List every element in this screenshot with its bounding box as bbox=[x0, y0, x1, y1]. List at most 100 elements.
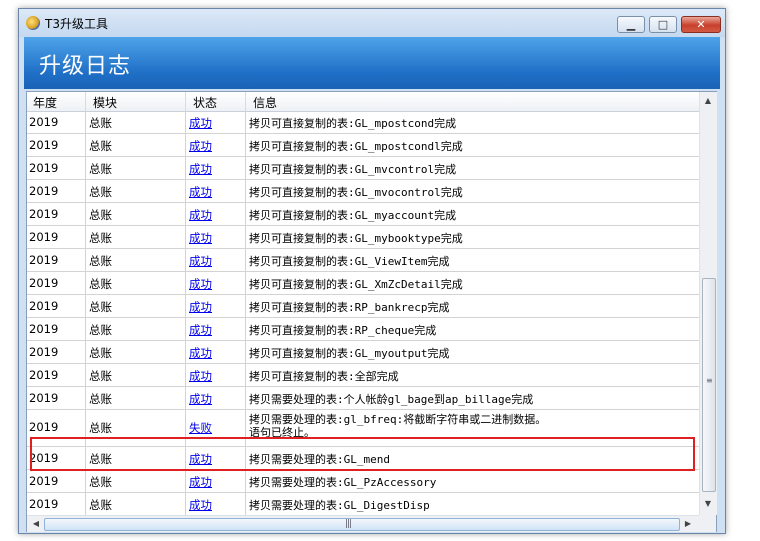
year-cell: 2019 bbox=[29, 253, 59, 267]
info-cell: 拷贝可直接复制的表:RP_bankrecp完成 bbox=[249, 299, 449, 315]
module-cell: 总账 bbox=[89, 185, 112, 199]
module-cell: 总账 bbox=[89, 231, 112, 245]
table-row[interactable]: 2019 总账 成功 拷贝可直接复制的表:GL_mvcontrol完成 bbox=[27, 157, 699, 180]
grid-line bbox=[85, 111, 86, 515]
status-link[interactable]: 成功 bbox=[189, 161, 212, 177]
scroll-corner bbox=[699, 515, 716, 531]
horizontal-scroll-thumb[interactable]: ||| bbox=[44, 518, 680, 531]
column-divider[interactable] bbox=[185, 92, 186, 111]
info-cell: 拷贝可直接复制的表:GL_mpostcond完成 bbox=[249, 115, 456, 131]
column-header-status[interactable]: 状态 bbox=[193, 94, 217, 111]
info-cell: 拷贝可直接复制的表:RP_cheque完成 bbox=[249, 322, 436, 338]
close-button[interactable]: ✕ bbox=[681, 16, 721, 33]
column-divider[interactable] bbox=[245, 92, 246, 111]
info-line: 拷贝需要处理的表:GL_PzAccessory bbox=[249, 476, 437, 489]
table-row[interactable]: 2019 总账 成功 拷贝可直接复制的表:GL_myoutput完成 bbox=[27, 341, 699, 364]
info-cell: 拷贝可直接复制的表:GL_mpostcondl完成 bbox=[249, 138, 463, 154]
info-line: 拷贝可直接复制的表:GL_XmZcDetail完成 bbox=[249, 278, 463, 291]
status-link[interactable]: 成功 bbox=[189, 253, 212, 269]
module-cell: 总账 bbox=[89, 421, 112, 435]
status-link[interactable]: 成功 bbox=[189, 138, 212, 154]
window-title: T3升级工具 bbox=[45, 17, 108, 31]
t3-upgrade-window: T3升级工具 ▁ □ ✕ 升级日志 年度 模块 状态 信息 2019 总账 成功 拷贝… bbox=[18, 8, 726, 534]
table-row[interactable]: 2019 总账 成功 拷贝可直接复制的表:GL_XmZcDetail完成 bbox=[27, 272, 699, 295]
column-header-module[interactable]: 模块 bbox=[93, 94, 117, 111]
vertical-scroll-thumb[interactable]: ≡ bbox=[702, 278, 716, 492]
status-link[interactable]: 失败 bbox=[189, 420, 212, 436]
column-header-info[interactable]: 信息 bbox=[253, 94, 277, 111]
info-cell: 拷贝需要处理的表:GL_PzAccessory bbox=[249, 474, 436, 490]
module-cell: 总账 bbox=[89, 254, 112, 268]
info-cell: 拷贝需要处理的表:GL_DigestDisp bbox=[249, 497, 430, 513]
info-line: 拷贝可直接复制的表:RP_bankrecp完成 bbox=[249, 301, 450, 314]
info-cell: 拷贝可直接复制的表:GL_mvcontrol完成 bbox=[249, 161, 456, 177]
info-line: 拷贝可直接复制的表:全部完成 bbox=[249, 370, 399, 383]
table-row[interactable]: 2019 总账 成功 拷贝可直接复制的表:GL_mvocontrol完成 bbox=[27, 180, 699, 203]
year-cell: 2019 bbox=[29, 368, 59, 382]
status-link[interactable]: 成功 bbox=[189, 230, 212, 246]
table-row[interactable]: 2019 总账 成功 拷贝可直接复制的表:GL_mpostcond完成 bbox=[27, 111, 699, 134]
info-line: 拷贝可直接复制的表:GL_myoutput完成 bbox=[249, 347, 450, 360]
year-cell: 2019 bbox=[29, 322, 59, 336]
status-link[interactable]: 成功 bbox=[189, 345, 212, 361]
banner-title: 升级日志 bbox=[39, 54, 132, 79]
info-cell: 拷贝可直接复制的表:GL_XmZcDetail完成 bbox=[249, 276, 463, 292]
info-line: 拷贝需要处理的表:个人帐龄gl_bage到ap_billage完成 bbox=[249, 393, 534, 406]
info-line: 拷贝可直接复制的表:GL_mpostcond完成 bbox=[249, 117, 457, 130]
table-row[interactable]: 2019 总账 成功 拷贝需要处理的表:GL_mend bbox=[27, 447, 699, 470]
table-row[interactable]: 2019 总账 成功 拷贝可直接复制的表:RP_bankrecp完成 bbox=[27, 295, 699, 318]
status-link[interactable]: 成功 bbox=[189, 207, 212, 223]
status-link[interactable]: 成功 bbox=[189, 115, 212, 131]
minimize-button[interactable]: ▁ bbox=[617, 16, 645, 33]
vertical-scrollbar[interactable]: ▲ ≡ ▼ bbox=[699, 92, 717, 515]
info-line: 拷贝需要处理的表:GL_mend bbox=[249, 453, 390, 466]
year-cell: 2019 bbox=[29, 497, 59, 511]
info-line: 拷贝需要处理的表:gl_bfreq:将截断字符串或二进制数据。 bbox=[249, 413, 547, 426]
status-link[interactable]: 成功 bbox=[189, 391, 212, 407]
app-icon bbox=[26, 16, 40, 30]
status-link[interactable]: 成功 bbox=[189, 474, 212, 490]
year-cell: 2019 bbox=[29, 276, 59, 290]
table-row[interactable]: 2019 总账 成功 拷贝需要处理的表:个人帐龄gl_bage到ap_billage完… bbox=[27, 387, 699, 410]
year-cell: 2019 bbox=[29, 345, 59, 359]
column-divider[interactable] bbox=[85, 92, 86, 111]
info-line: 拷贝可直接复制的表:GL_mpostcondl完成 bbox=[249, 140, 463, 153]
table-row[interactable]: 2019 总账 成功 拷贝需要处理的表:GL_PzAccessory bbox=[27, 470, 699, 493]
table-row[interactable]: 2019 总账 成功 拷贝需要处理的表:GL_DigestDisp bbox=[27, 493, 699, 515]
year-cell: 2019 bbox=[29, 115, 59, 129]
status-link[interactable]: 成功 bbox=[189, 276, 212, 292]
scroll-right-icon[interactable]: ▶ bbox=[681, 517, 695, 531]
scroll-up-icon[interactable]: ▲ bbox=[702, 94, 714, 108]
status-link[interactable]: 成功 bbox=[189, 497, 212, 513]
info-line: 拷贝可直接复制的表:RP_cheque完成 bbox=[249, 324, 437, 337]
info-line: 拷贝可直接复制的表:GL_myaccount完成 bbox=[249, 209, 457, 222]
table-row[interactable]: 2019 总账 成功 拷贝可直接复制的表:GL_mpostcondl完成 bbox=[27, 134, 699, 157]
year-cell: 2019 bbox=[29, 474, 59, 488]
status-link[interactable]: 成功 bbox=[189, 299, 212, 315]
column-header-year[interactable]: 年度 bbox=[33, 94, 57, 111]
info-cell: 拷贝可直接复制的表:GL_myoutput完成 bbox=[249, 345, 449, 361]
table-row[interactable]: 2019 总账 成功 拷贝可直接复制的表:GL_myaccount完成 bbox=[27, 203, 699, 226]
module-cell: 总账 bbox=[89, 369, 112, 383]
status-link[interactable]: 成功 bbox=[189, 368, 212, 384]
module-cell: 总账 bbox=[89, 498, 112, 512]
grid-body: 2019 总账 成功 拷贝需要处理的表:GL_DigestDisp 2019 总账 成功 拷贝… bbox=[27, 111, 699, 515]
table-row[interactable]: 2019 总账 成功 拷贝可直接复制的表:GL_mybooktype完成 bbox=[27, 226, 699, 249]
module-cell: 总账 bbox=[89, 346, 112, 360]
info-cell: 拷贝需要处理的表:gl_bfreq:将截断字符串或二进制数据。 语句已终止。 bbox=[249, 413, 689, 439]
info-line: 拷贝需要处理的表:GL_DigestDisp bbox=[249, 499, 430, 512]
status-link[interactable]: 成功 bbox=[189, 451, 212, 467]
status-link[interactable]: 成功 bbox=[189, 322, 212, 338]
table-row[interactable]: 2019 总账 失败 拷贝需要处理的表:gl_bfreq:将截断字符串或二进制数据。语… bbox=[27, 410, 699, 447]
table-row[interactable]: 2019 总账 成功 拷贝可直接复制的表:RP_cheque完成 bbox=[27, 318, 699, 341]
table-row[interactable]: 2019 总账 成功 拷贝可直接复制的表:GL_ViewItem完成 bbox=[27, 249, 699, 272]
log-grid: 年度 模块 状态 信息 2019 总账 成功 拷贝需要处理的表:GL_DigestDi… bbox=[26, 91, 717, 532]
status-link[interactable]: 成功 bbox=[189, 184, 212, 200]
horizontal-scrollbar[interactable]: ◀ ||| ▶ bbox=[27, 515, 716, 532]
maximize-button[interactable]: □ bbox=[649, 16, 677, 33]
table-row[interactable]: 2019 总账 成功 拷贝可直接复制的表:全部完成 bbox=[27, 364, 699, 387]
info-line: 拷贝可直接复制的表:GL_mvocontrol完成 bbox=[249, 186, 463, 199]
scroll-down-icon[interactable]: ▼ bbox=[702, 497, 714, 511]
scroll-left-icon[interactable]: ◀ bbox=[29, 517, 43, 531]
title-bar[interactable]: T3升级工具 ▁ □ ✕ bbox=[19, 9, 725, 37]
